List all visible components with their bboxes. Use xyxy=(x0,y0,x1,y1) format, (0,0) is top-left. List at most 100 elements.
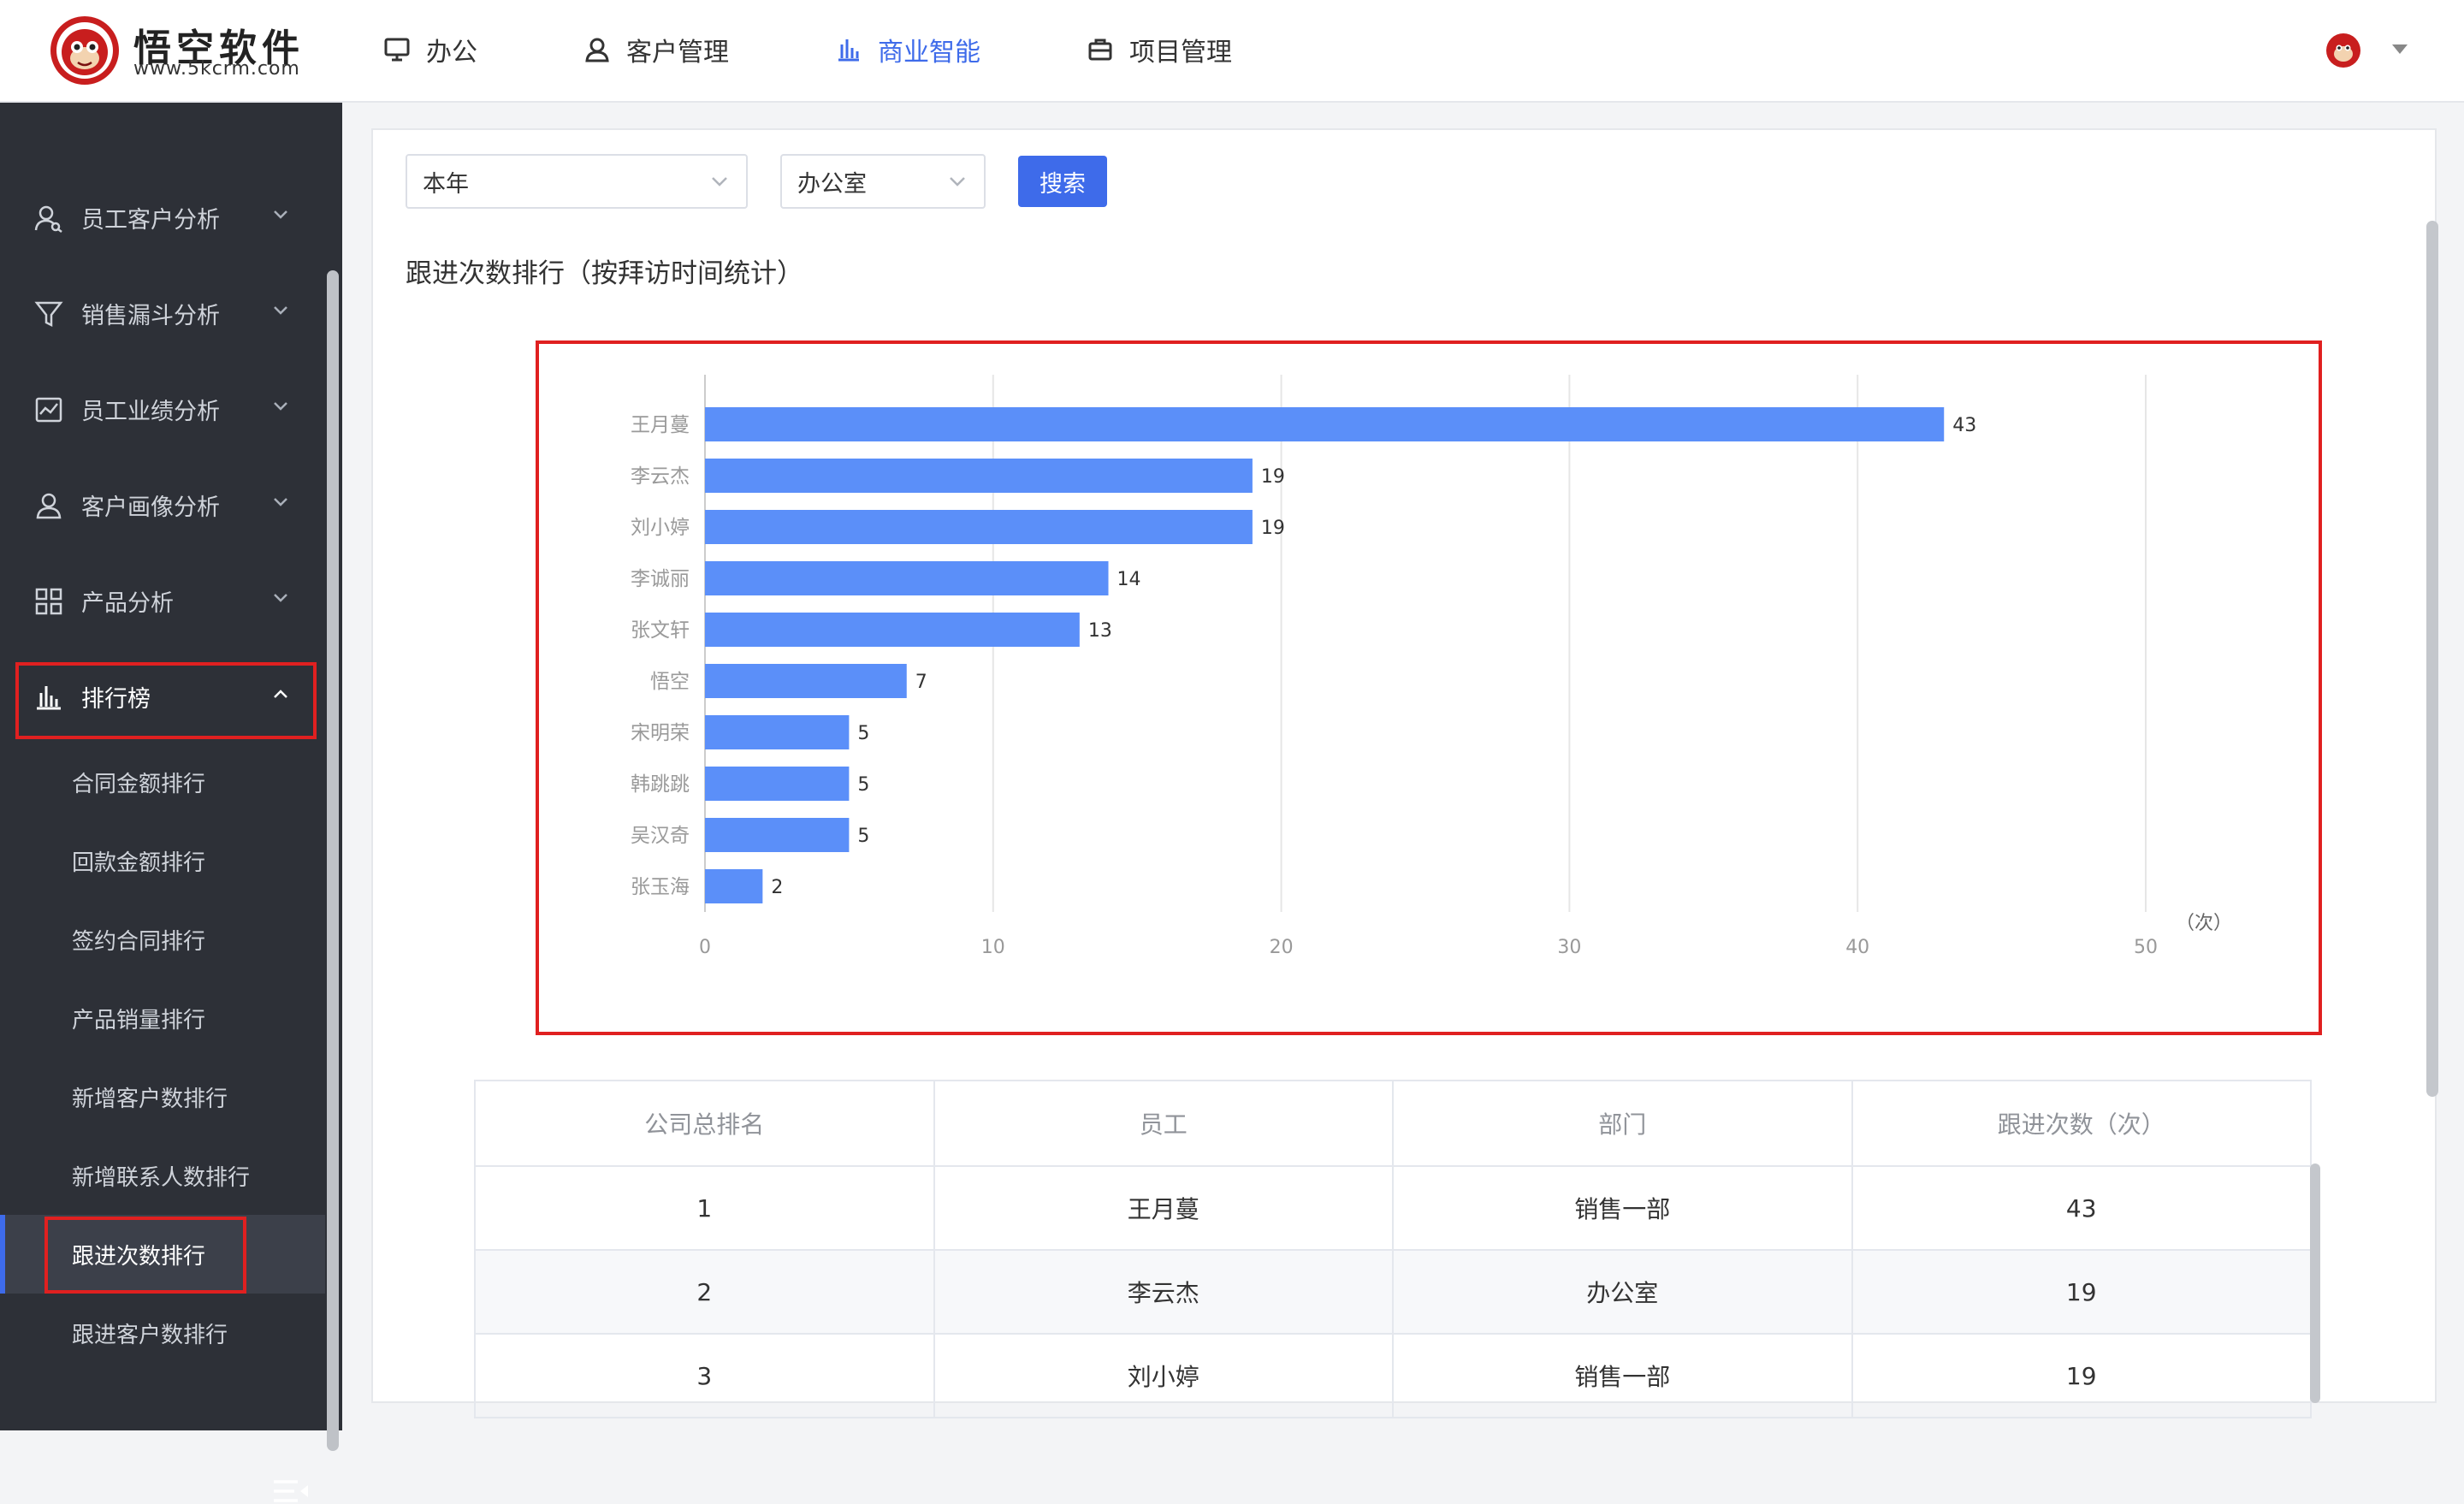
bar xyxy=(705,664,907,698)
sidebar-item-label: 员工客户分析 xyxy=(81,206,220,234)
user-search-icon xyxy=(34,205,62,233)
nav-project[interactable]: 项目管理 xyxy=(1087,26,1232,74)
chevron-down-icon xyxy=(274,210,287,219)
sidebar-item-label: 员工业绩分析 xyxy=(81,398,220,425)
table-row[interactable]: 2 李云杰 办公室 19 xyxy=(474,1249,2312,1335)
sidebar-item-product-analysis[interactable]: 产品分析 xyxy=(0,566,325,635)
y-category-label: 悟空 xyxy=(650,671,690,693)
monitor-icon xyxy=(384,38,410,62)
chevron-down-icon xyxy=(274,498,287,506)
y-category-label: 刘小婷 xyxy=(631,517,690,539)
submenu-product-sales[interactable]: 产品销量排行 xyxy=(0,979,325,1057)
submenu-payment-amount[interactable]: 回款金额排行 xyxy=(0,821,325,900)
y-category-label: 张文轩 xyxy=(631,619,690,642)
submenu-new-customers[interactable]: 新增客户数排行 xyxy=(0,1057,325,1136)
sidebar-item-label: 销售漏斗分析 xyxy=(81,302,220,329)
cell-employee: 刘小婷 xyxy=(933,1333,1394,1418)
col-header-employee[interactable]: 员工 xyxy=(933,1080,1394,1167)
collapse-menu-icon[interactable] xyxy=(272,1478,310,1504)
bar-value-label: 5 xyxy=(857,723,869,744)
x-tick-label: 0 xyxy=(699,937,711,958)
nav-office-label: 办公 xyxy=(426,38,477,68)
x-tick-label: 40 xyxy=(1845,937,1869,958)
y-category-label: 张玉海 xyxy=(631,876,690,898)
table-scrollbar[interactable] xyxy=(2310,1164,2320,1403)
cell-employee: 王月蔓 xyxy=(933,1165,1394,1251)
nav-customer[interactable]: 客户管理 xyxy=(583,26,729,74)
cell-rank: 3 xyxy=(474,1333,935,1418)
y-category-label: 韩跳跳 xyxy=(631,773,690,796)
bar xyxy=(705,561,1109,595)
bar xyxy=(705,869,763,903)
period-select[interactable]: 本年 xyxy=(406,154,748,209)
col-header-rank[interactable]: 公司总排名 xyxy=(474,1080,935,1167)
submenu-contract-amount[interactable]: 合同金额排行 xyxy=(0,743,325,821)
main-scrollbar[interactable] xyxy=(2426,221,2438,1097)
x-axis-unit-label: （次） xyxy=(2176,913,2232,934)
nav-bi[interactable]: 商业智能 xyxy=(835,26,980,74)
chart-highlight-box: 0 10 20 30 40 50 （次） 王月蔓 43 李云杰 19 刘小婷 19 李诚丽 14 张文轩 13 悟… xyxy=(536,340,2322,1035)
submenu-label: 产品销量排行 xyxy=(72,1007,206,1033)
search-button[interactable]: 搜索 xyxy=(1018,156,1107,207)
submenu-new-contacts[interactable]: 新增联系人数排行 xyxy=(0,1136,325,1215)
sidebar-item-label: 产品分析 xyxy=(81,589,174,617)
bar xyxy=(705,407,1945,441)
submenu-label: 新增联系人数排行 xyxy=(72,1164,251,1191)
table-header-row: 公司总排名 员工 部门 跟进次数（次） xyxy=(474,1080,2312,1167)
briefcase-icon xyxy=(1088,38,1112,61)
grid-icon xyxy=(35,588,62,615)
y-category-label: 宋明荣 xyxy=(631,722,690,744)
bar xyxy=(705,818,850,852)
x-tick-label: 50 xyxy=(2134,937,2158,958)
sidebar-item-label: 客户画像分析 xyxy=(81,494,220,521)
period-select-value: 本年 xyxy=(423,170,469,198)
nav-office[interactable]: 办公 xyxy=(383,26,477,74)
y-category-label: 吴汉奇 xyxy=(631,825,690,847)
y-category-label: 李诚丽 xyxy=(631,568,690,590)
bar xyxy=(705,459,1253,493)
bar xyxy=(705,767,850,801)
chart-title: 跟进次数排行（按拜访时间统计） xyxy=(406,258,803,289)
bar-value-label: 19 xyxy=(1261,518,1285,539)
department-select-value: 办公室 xyxy=(797,170,867,198)
nav-project-label: 项目管理 xyxy=(1129,38,1232,68)
sidebar-item-customer-portrait[interactable]: 客户画像分析 xyxy=(0,471,325,539)
x-tick-label: 10 xyxy=(981,937,1005,958)
followup-bar-chart: 0 10 20 30 40 50 （次） 王月蔓 43 李云杰 19 刘小婷 19 李诚丽 14 张文轩 13 悟… xyxy=(631,375,2232,958)
cell-department: 销售一部 xyxy=(1392,1165,1853,1251)
x-tick-label: 30 xyxy=(1557,937,1581,958)
sidebar-item-sales-funnel[interactable]: 销售漏斗分析 xyxy=(0,279,325,347)
bar-value-label: 19 xyxy=(1261,466,1285,488)
user-avatar-icon[interactable] xyxy=(2325,33,2361,68)
bar-value-label: 14 xyxy=(1117,569,1141,590)
sidebar-item-employee-performance[interactable]: 员工业绩分析 xyxy=(0,375,325,443)
submenu-signed-contracts[interactable]: 签约合同排行 xyxy=(0,900,325,979)
nav-bi-label: 商业智能 xyxy=(878,38,980,68)
followup-highlight-box xyxy=(44,1217,246,1294)
chevron-down-icon[interactable] xyxy=(2392,44,2408,54)
col-header-followup-count[interactable]: 跟进次数（次） xyxy=(1851,1080,2312,1167)
monkey-logo-icon[interactable] xyxy=(50,15,120,86)
submenu-label: 合同金额排行 xyxy=(72,771,206,797)
chevron-down-icon xyxy=(712,177,727,187)
sidebar-item-employee-customer[interactable]: 员工客户分析 xyxy=(0,183,325,252)
bar-value-label: 5 xyxy=(857,774,869,796)
chevron-down-icon xyxy=(274,402,287,411)
bar-value-label: 5 xyxy=(857,826,869,847)
table-row[interactable]: 3 刘小婷 销售一部 19 xyxy=(474,1333,2312,1418)
user-icon xyxy=(585,38,609,62)
cell-followup-count: 43 xyxy=(1851,1165,2312,1251)
x-tick-label: 20 xyxy=(1270,937,1294,958)
table-row[interactable]: 1 王月蔓 销售一部 43 xyxy=(474,1165,2312,1251)
cell-department: 办公室 xyxy=(1392,1249,1853,1335)
bar-value-label: 7 xyxy=(915,672,927,693)
submenu-followup-customers[interactable]: 跟进客户数排行 xyxy=(0,1294,325,1372)
ranking-table: 公司总排名 员工 部门 跟进次数（次） 1 王月蔓 销售一部 43 2 李云杰 … xyxy=(474,1080,2312,1418)
col-header-department[interactable]: 部门 xyxy=(1392,1080,1853,1167)
submenu-label: 回款金额排行 xyxy=(72,850,206,876)
bar xyxy=(705,715,850,749)
submenu-label: 签约合同排行 xyxy=(72,928,206,955)
bar-value-label: 13 xyxy=(1088,620,1112,642)
department-select[interactable]: 办公室 xyxy=(780,154,986,209)
sidebar-scrollbar[interactable] xyxy=(327,270,339,1451)
